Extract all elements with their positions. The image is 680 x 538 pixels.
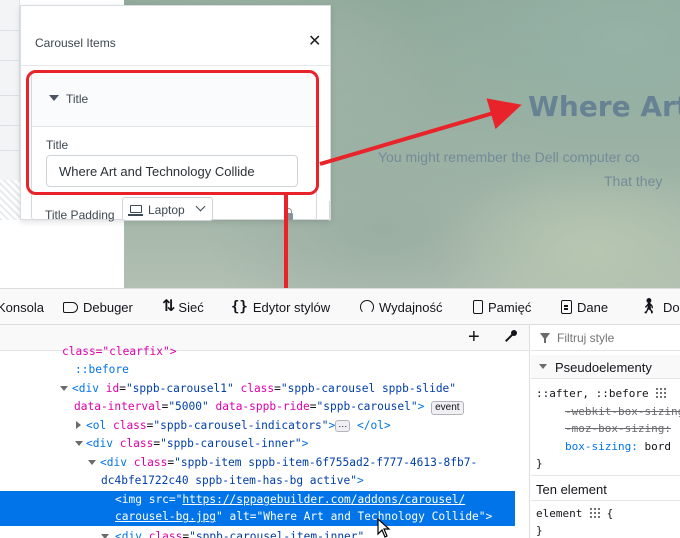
- rule-selector[interactable]: ::after, ::before: [536, 385, 667, 402]
- collapse-icon[interactable]: [60, 386, 68, 391]
- tab-debugger[interactable]: Debuger: [63, 289, 133, 325]
- title-group-toggle[interactable]: Title: [32, 73, 316, 127]
- tab-label: Konsola: [0, 299, 44, 315]
- network-icon: ⇅: [162, 298, 175, 315]
- debugger-icon: [63, 301, 78, 313]
- tab-label: Do: [663, 299, 680, 315]
- filter-icon: [540, 333, 550, 343]
- caret-down-icon: [49, 95, 59, 101]
- markup-line[interactable]: class="clearfix">: [62, 343, 177, 360]
- device-label: Laptop: [148, 203, 185, 217]
- grid-icon: [588, 507, 600, 518]
- markup-line[interactable]: <div class="sppb-carousel-inner">: [75, 435, 308, 452]
- markup-view: + class="clearfix"> ::before <div id="sp…: [0, 325, 530, 538]
- scrollbar: [329, 201, 330, 221]
- selected-markup-line[interactable]: carousel-bg.jpg" alt="Where Art and Tech…: [115, 508, 492, 525]
- markup-line[interactable]: <div class="sppb-item sppb-item-6f755ad2…: [88, 454, 477, 471]
- collapse-icon: [539, 364, 547, 369]
- rule-close-brace: }: [536, 524, 543, 537]
- close-icon[interactable]: ✕: [308, 34, 321, 50]
- expand-icon[interactable]: [76, 421, 81, 429]
- image-src-link[interactable]: https://sppagebuilder.com/addons/carouse…: [182, 493, 465, 506]
- add-node-button[interactable]: +: [468, 327, 480, 347]
- editor-left-strip: [0, 0, 20, 220]
- tab-style-editor[interactable]: {} Edytor stylów: [231, 289, 330, 325]
- device-select[interactable]: Laptop: [122, 197, 213, 221]
- filter-bar: [531, 325, 680, 351]
- storage-icon: [561, 300, 572, 314]
- memory-icon: [473, 300, 483, 314]
- collapsed-content-badge[interactable]: ⋯: [335, 420, 351, 432]
- tab-label: Edytor stylów: [252, 299, 331, 315]
- hero-subtitle-line-2: That they: [604, 173, 663, 189]
- collapse-icon[interactable]: [101, 534, 109, 538]
- tab-label: Debuger: [83, 299, 133, 315]
- rule-declaration[interactable]: box-sizing: bord: [565, 438, 671, 455]
- markup-line[interactable]: <div class="sppb-carousel-item-inner": [101, 528, 364, 538]
- tab-label: Pamięć: [488, 299, 532, 315]
- markup-line[interactable]: <div id="sppb-carousel1" class="sppb-car…: [60, 380, 456, 397]
- title-input[interactable]: [46, 155, 298, 187]
- tab-network[interactable]: ⇅ Sieć: [162, 289, 204, 325]
- pseudo-elements-header[interactable]: Pseudoelementy: [531, 355, 680, 379]
- image-src-link[interactable]: carousel-bg.jpg: [115, 510, 216, 523]
- section-label: Pseudoelementy: [555, 360, 652, 375]
- mouse-cursor-icon: [377, 518, 391, 538]
- group-label: Title: [66, 92, 89, 106]
- tab-performance[interactable]: Wydajność: [360, 289, 442, 325]
- collapse-icon[interactable]: [88, 460, 96, 465]
- rule-close-brace: }: [536, 457, 543, 470]
- tab-label: Sieć: [178, 299, 204, 315]
- collapse-icon[interactable]: [75, 441, 83, 446]
- laptop-icon: [128, 205, 143, 216]
- title-padding-label: Title Padding: [45, 208, 115, 222]
- element-rule-selector[interactable]: element {: [536, 505, 613, 522]
- panel-header: Carousel Items ✕: [21, 6, 330, 66]
- eyedropper-icon[interactable]: [502, 329, 518, 345]
- rule-declaration[interactable]: -moz-box-sizing:: [565, 420, 671, 437]
- markup-line[interactable]: data-interval="5000" data-sppb-ride="spp…: [74, 398, 464, 415]
- tab-console[interactable]: Konsola: [0, 289, 44, 325]
- rule-declaration[interactable]: -webkit-box-sizing: [565, 403, 680, 420]
- markup-line[interactable]: ::before: [75, 361, 129, 378]
- title-field-label: Title: [46, 138, 69, 152]
- hero-title: Where Art a: [528, 90, 680, 123]
- event-badge[interactable]: event: [431, 401, 464, 415]
- lock-icon[interactable]: [284, 208, 293, 220]
- panel-title: Carousel Items: [35, 36, 116, 50]
- selected-markup-line[interactable]: <img src="https://sppagebuilder.com/addo…: [115, 491, 465, 508]
- grid-icon: [655, 387, 667, 398]
- tab-accessibility[interactable]: 🚶︎ Do: [639, 289, 680, 325]
- this-element-header[interactable]: Ten element: [531, 475, 680, 501]
- style-editor-icon: {}: [231, 299, 248, 315]
- hero-subtitle: You might remember the Dell computer co: [378, 149, 640, 165]
- accessibility-icon: 🚶︎: [639, 298, 659, 315]
- devtools-toolbar: Konsola Debuger ⇅ Sieć {} Edytor stylów …: [0, 288, 680, 325]
- rules-sidebar: Pseudoelementy ::after, ::before -webkit…: [531, 325, 680, 538]
- tab-storage[interactable]: Dane: [561, 289, 608, 325]
- tab-label: Dane: [577, 299, 609, 315]
- tab-label: Wydajność: [379, 299, 443, 315]
- section-label: Ten element: [536, 482, 607, 497]
- markup-line[interactable]: <ol class="sppb-carousel-indicators"> ⋯ <…: [76, 417, 391, 434]
- filter-styles-input[interactable]: [557, 331, 677, 345]
- tab-memory[interactable]: Pamięć: [473, 289, 531, 325]
- markup-line[interactable]: dc4bfe1722c40 sppb-item-has-bg active">: [101, 472, 364, 489]
- performance-icon: [360, 300, 374, 314]
- chevron-down-icon: [195, 201, 206, 212]
- carousel-items-panel: Carousel Items ✕ Title Title Title Paddi…: [20, 5, 331, 222]
